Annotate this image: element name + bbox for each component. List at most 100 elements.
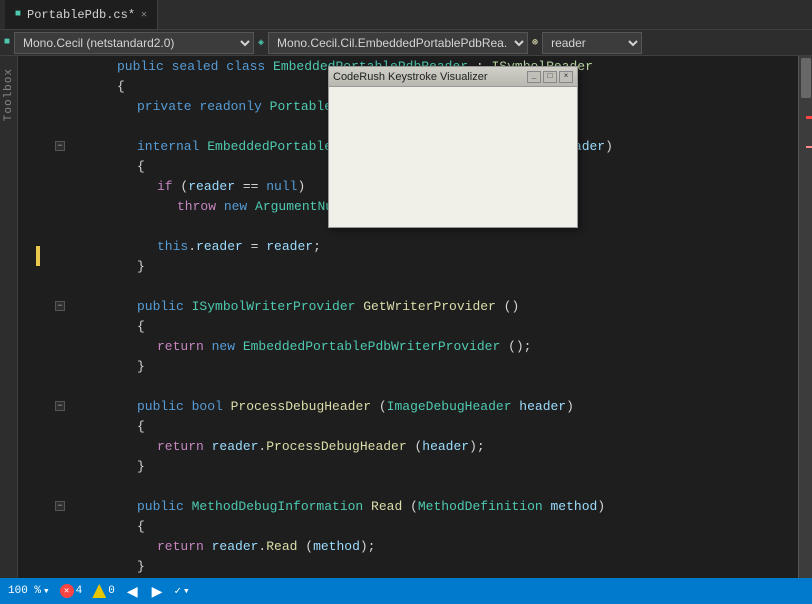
table-row: } [18,556,798,576]
code-line: } [73,356,798,376]
tab-portablepdb[interactable]: ■ PortablePdb.cs* ✕ [5,0,158,29]
editor-area: public sealed class EmbeddedPortablePdbR… [18,56,812,578]
code-token: ImageDebugHeader [387,399,512,414]
scrollbar-track[interactable] [798,56,812,578]
fold-button[interactable]: − [55,301,65,311]
fold-button[interactable]: − [55,401,65,411]
coderush-titlebar[interactable]: CodeRush Keystroke Visualizer _ □ × [329,67,577,87]
code-token: class [226,59,273,74]
code-token: header [512,399,567,414]
code-token: ; [313,239,321,254]
coderush-minimize-button[interactable]: _ [527,71,541,83]
toolbox-sidebar[interactable]: Toolbox [0,56,18,578]
zoom-label: 100 % [8,585,41,597]
forward-button[interactable]: ▶ [150,583,165,600]
code-token: EmbeddedPortablePdbWriterProvider [243,339,500,354]
table-row: −public MethodDebugInformation Read (Met… [18,496,798,516]
tab-icon: ■ [15,9,21,20]
code-token: public [137,399,192,414]
scrollbar-thumb[interactable] [801,58,811,98]
code-token: ( [297,539,313,554]
table-row: } [18,356,798,376]
code-line: return reader.ProcessDebugHeader (header… [73,436,798,456]
code-line: } [73,556,798,576]
code-line [73,476,798,496]
table-row [18,476,798,496]
error-marker [806,116,812,119]
code-token: } [137,259,145,274]
code-token: Read [266,539,297,554]
code-token: return [157,339,212,354]
table-row [18,576,798,578]
code-token: == [235,179,266,194]
table-row [18,376,798,396]
warning-count[interactable]: 0 [92,584,115,598]
code-token: header [422,439,469,454]
code-token: ( [407,439,423,454]
code-token: ) [605,139,613,154]
code-token: sealed [172,59,227,74]
code-token: public [137,299,192,314]
code-token: ) [297,179,305,194]
code-token: GetWriterProvider [355,299,495,314]
coderush-close-button[interactable]: × [559,71,573,83]
code-token: readonly [199,99,269,114]
table-row [18,276,798,296]
coderush-title: CodeRush Keystroke Visualizer [333,71,487,83]
code-token: ); [360,539,376,554]
member-icon: ⊛ [532,37,538,49]
back-button[interactable]: ◀ [125,583,140,600]
code-token: bool [192,399,231,414]
table-row: return reader.ProcessDebugHeader (header… [18,436,798,456]
coderush-restore-button[interactable]: □ [543,71,557,83]
zoom-dropdown-icon: ▾ [43,584,50,598]
code-token: { [117,79,125,94]
code-token: reader [212,539,259,554]
dropdown-arrow: ▾ [183,584,190,598]
code-token: return [157,439,212,454]
code-token: Read [363,499,402,514]
warning-icon [92,584,106,598]
code-line [73,276,798,296]
coderush-body [329,87,577,227]
table-row: { [18,516,798,536]
code-token: return [157,539,212,554]
coderush-controls: _ □ × [527,71,573,83]
code-token: (); [500,339,531,354]
error-icon: ✕ [60,584,74,598]
code-token: ProcessDebugHeader [231,399,371,414]
class-dropdown[interactable]: Mono.Cecil.Cil.EmbeddedPortablePdbRea... [268,32,528,54]
zoom-control[interactable]: 100 % ▾ [8,584,50,598]
code-line: { [73,416,798,436]
code-token: . [188,239,196,254]
fold-button[interactable]: − [55,141,65,151]
main-container: Toolbox public sealed class EmbeddedPort… [0,56,812,578]
code-token: ISymbolWriterProvider [192,299,356,314]
table-row: return reader.Read (method); [18,536,798,556]
code-token: reader [188,179,235,194]
code-token: MethodDebugInformation [192,499,364,514]
code-token: { [137,159,145,174]
code-token: = [243,239,266,254]
table-row: { [18,316,798,336]
code-line [73,376,798,396]
code-line: public bool ProcessDebugHeader (ImageDeb… [73,396,798,416]
namespace-icon: ■ [4,37,10,48]
coderush-popup: CodeRush Keystroke Visualizer _ □ × [328,66,578,228]
member-dropdown[interactable]: reader [542,32,642,54]
code-token: { [137,319,145,334]
checkmark-area[interactable]: ✓ ▾ [174,584,189,598]
code-line: } [73,456,798,476]
code-token: { [137,419,145,434]
namespace-dropdown[interactable]: Mono.Cecil (netstandard2.0) [14,32,254,54]
code-token: } [137,559,145,574]
fold-button[interactable]: − [55,501,65,511]
error-count[interactable]: ✕ 4 [60,584,83,598]
code-token: this [157,239,188,254]
code-token: new [224,199,255,214]
close-icon[interactable]: ✕ [141,9,147,21]
toolbox-label: Toolbox [3,68,15,121]
status-bar: 100 % ▾ ✕ 4 0 ◀ ▶ ✓ ▾ [0,578,812,604]
code-token: ProcessDebugHeader [266,439,406,454]
dropdown-bar: ■ Mono.Cecil (netstandard2.0) ◈ Mono.Cec… [0,30,812,56]
